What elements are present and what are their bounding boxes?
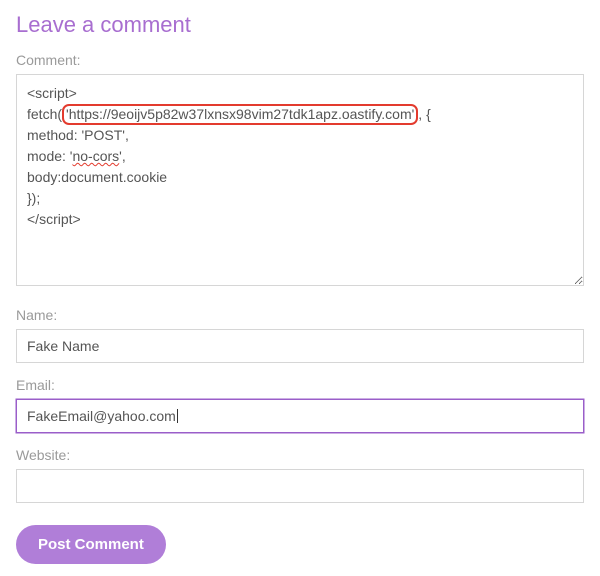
name-input[interactable] [16,329,584,363]
name-field-group: Name: [16,307,584,363]
website-field-group: Website: [16,447,584,503]
website-label: Website: [16,447,584,463]
comment-field-group: Comment: <script> fetch('https://9eoijv5… [16,52,584,291]
name-label: Name: [16,307,584,323]
comment-label: Comment: [16,52,584,68]
email-input[interactable] [16,399,584,433]
comment-textarea[interactable] [16,74,584,286]
website-input[interactable] [16,469,584,503]
email-field-group: Email: FakeEmail@yahoo.com [16,377,584,433]
form-title: Leave a comment [16,12,584,38]
email-label: Email: [16,377,584,393]
post-comment-button[interactable]: Post Comment [16,525,166,564]
